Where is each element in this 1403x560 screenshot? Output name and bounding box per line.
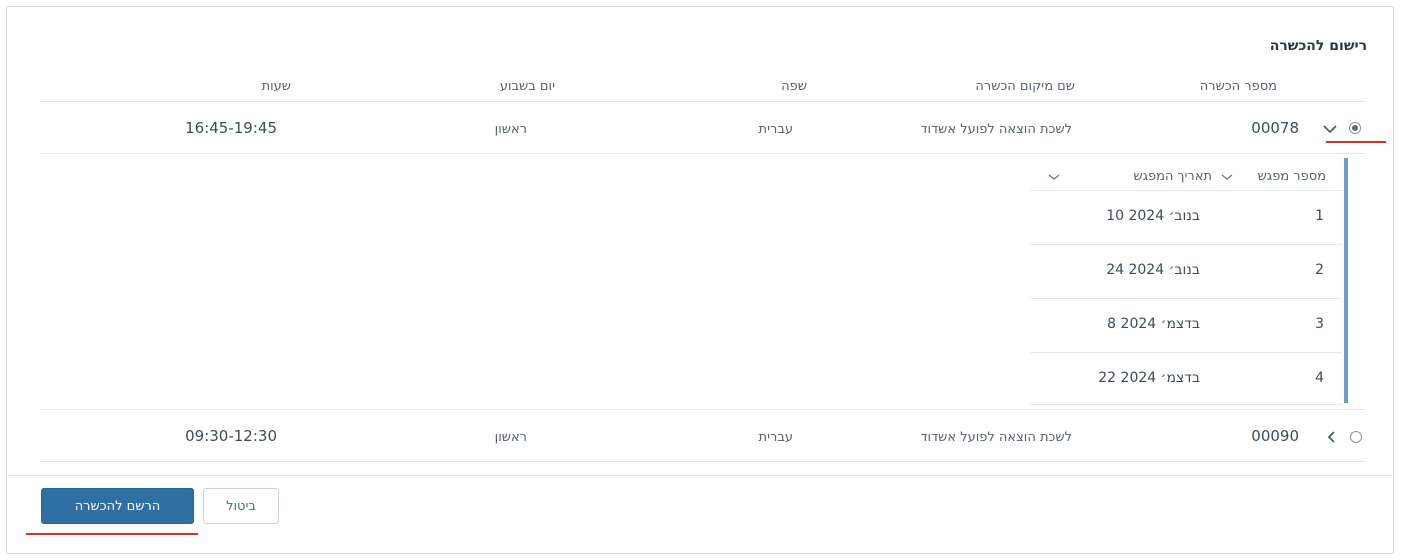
chevron-down-icon[interactable]: [1046, 171, 1062, 183]
header-language: שפה: [781, 79, 807, 94]
section-title: רישום להכשרה: [1269, 38, 1367, 54]
weekday: ראשון: [494, 430, 527, 445]
sub-divider: [1030, 244, 1342, 245]
language: עברית: [758, 430, 793, 445]
location: לשכת הוצאה לפועל אשדוד: [920, 122, 1072, 137]
header-location: שם מיקום הכשרה: [975, 79, 1075, 94]
meeting-number: 2: [1315, 262, 1324, 278]
sub-divider: [1030, 190, 1342, 191]
meeting-number: 4: [1315, 370, 1324, 386]
chevron-down-icon[interactable]: [1219, 171, 1235, 183]
header-meeting-number[interactable]: מספר מפגש: [1258, 169, 1326, 184]
meeting-number: 3: [1315, 316, 1324, 332]
language: עברית: [758, 122, 793, 137]
row-select-radio[interactable]: [1350, 431, 1362, 443]
subtable-bar: [1344, 158, 1348, 403]
weekday: ראשון: [494, 122, 527, 137]
header-divider: [40, 101, 1365, 102]
meeting-number: 1: [1315, 208, 1324, 224]
meeting-date: 10 בנוב׳ 2024: [1106, 208, 1200, 224]
sub-divider: [1030, 404, 1342, 405]
chevron-left-icon[interactable]: [1324, 431, 1340, 443]
header-meeting-date[interactable]: תאריך המפגש: [1133, 169, 1212, 184]
row-divider: [40, 153, 1365, 154]
highlight-underline: [1326, 141, 1386, 143]
meeting-date: 8 בדצמ׳ 2024: [1107, 316, 1200, 332]
header-weekday: יום בשבוע: [499, 79, 555, 94]
cancel-button[interactable]: ביטול: [203, 488, 279, 524]
sessions-table: מספר מפגש תאריך המפגש 1 10 בנוב׳ 2024 2 …: [1030, 158, 1348, 408]
hours: 09:30-12:30: [185, 427, 277, 445]
row-divider: [40, 409, 1365, 410]
row-divider: [40, 461, 1365, 462]
meeting-date: 22 בדצמ׳ 2024: [1098, 370, 1200, 386]
location: לשכת הוצאה לפועל אשדוד: [920, 430, 1072, 445]
training-number: 00090: [1251, 427, 1299, 445]
register-button[interactable]: הרשם להכשרה: [41, 488, 194, 524]
highlight-underline: [26, 533, 198, 535]
hours: 16:45-19:45: [185, 119, 277, 137]
header-training-number: מספר הכשרה: [1199, 79, 1277, 94]
footer-divider: [8, 475, 1392, 476]
meeting-date: 24 בנוב׳ 2024: [1106, 262, 1200, 278]
training-number: 00078: [1251, 119, 1299, 137]
row-select-radio[interactable]: [1349, 122, 1361, 134]
chevron-down-icon[interactable]: [1322, 123, 1338, 135]
header-hours: שעות: [261, 79, 291, 94]
sub-divider: [1030, 352, 1342, 353]
sub-divider: [1030, 298, 1342, 299]
